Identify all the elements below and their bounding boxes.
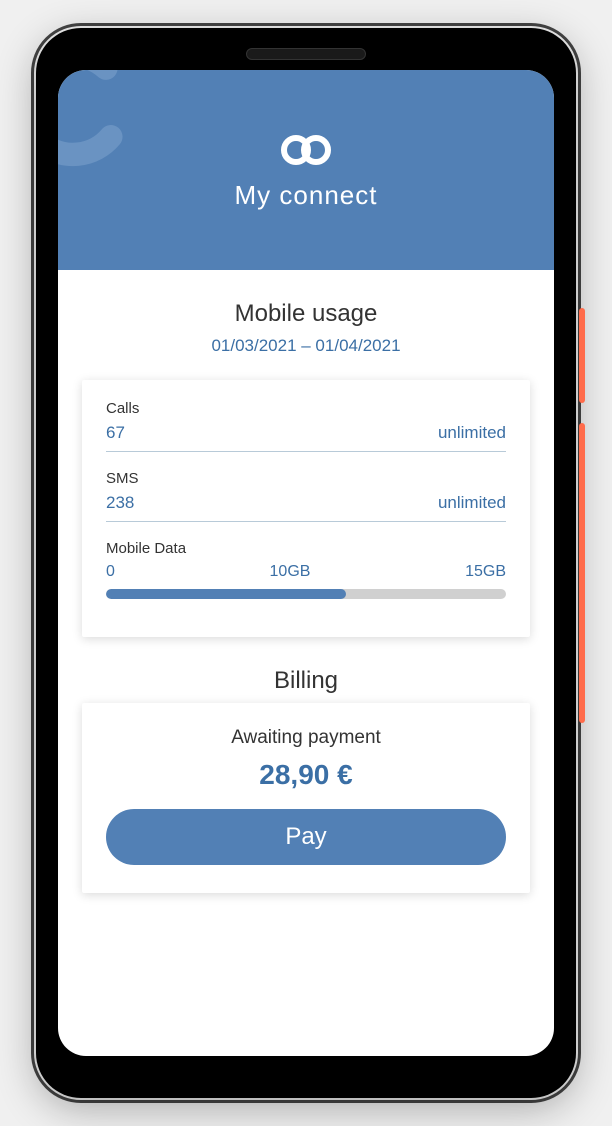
divider (106, 451, 506, 452)
data-end: 15GB (465, 563, 506, 581)
data-mid: 10GB (270, 563, 311, 581)
main-content: Mobile usage 01/03/2021 – 01/04/2021 Cal… (58, 270, 554, 943)
screen: My connect Mobile usage 01/03/2021 – 01/… (58, 70, 554, 1056)
usage-value: 238 (106, 493, 134, 513)
usage-section-title: Mobile usage (82, 300, 530, 328)
usage-label: SMS (106, 470, 506, 487)
usage-row-sms: SMS 238 unlimited (106, 470, 506, 522)
usage-label: Mobile Data (106, 540, 506, 557)
divider (106, 521, 506, 522)
usage-card: Calls 67 unlimited SMS 238 unlimited (82, 380, 530, 637)
side-button-accent (579, 423, 585, 723)
data-progress-fill (106, 589, 346, 599)
billing-section-title: Billing (82, 667, 530, 695)
app-title: My connect (235, 180, 378, 211)
data-progress-bar (106, 589, 506, 599)
usage-limit: unlimited (438, 493, 506, 513)
app-header: My connect (58, 70, 554, 270)
app-logo-icon (276, 130, 336, 170)
billing-status: Awaiting payment (106, 727, 506, 749)
usage-value: 67 (106, 423, 125, 443)
header-bg-decoration (58, 70, 138, 170)
phone-frame: My connect Mobile usage 01/03/2021 – 01/… (36, 28, 576, 1098)
billing-card: Awaiting payment 28,90 € Pay (82, 703, 530, 893)
usage-label: Calls (106, 400, 506, 417)
usage-limit: unlimited (438, 423, 506, 443)
billing-amount: 28,90 € (106, 759, 506, 791)
data-start: 0 (106, 563, 115, 581)
pay-button[interactable]: Pay (106, 809, 506, 865)
usage-date-range: 01/03/2021 – 01/04/2021 (82, 336, 530, 356)
phone-speaker (246, 48, 366, 60)
usage-row-data: Mobile Data 0 10GB 15GB (106, 540, 506, 599)
usage-row-calls: Calls 67 unlimited (106, 400, 506, 452)
side-button-accent (579, 308, 585, 403)
